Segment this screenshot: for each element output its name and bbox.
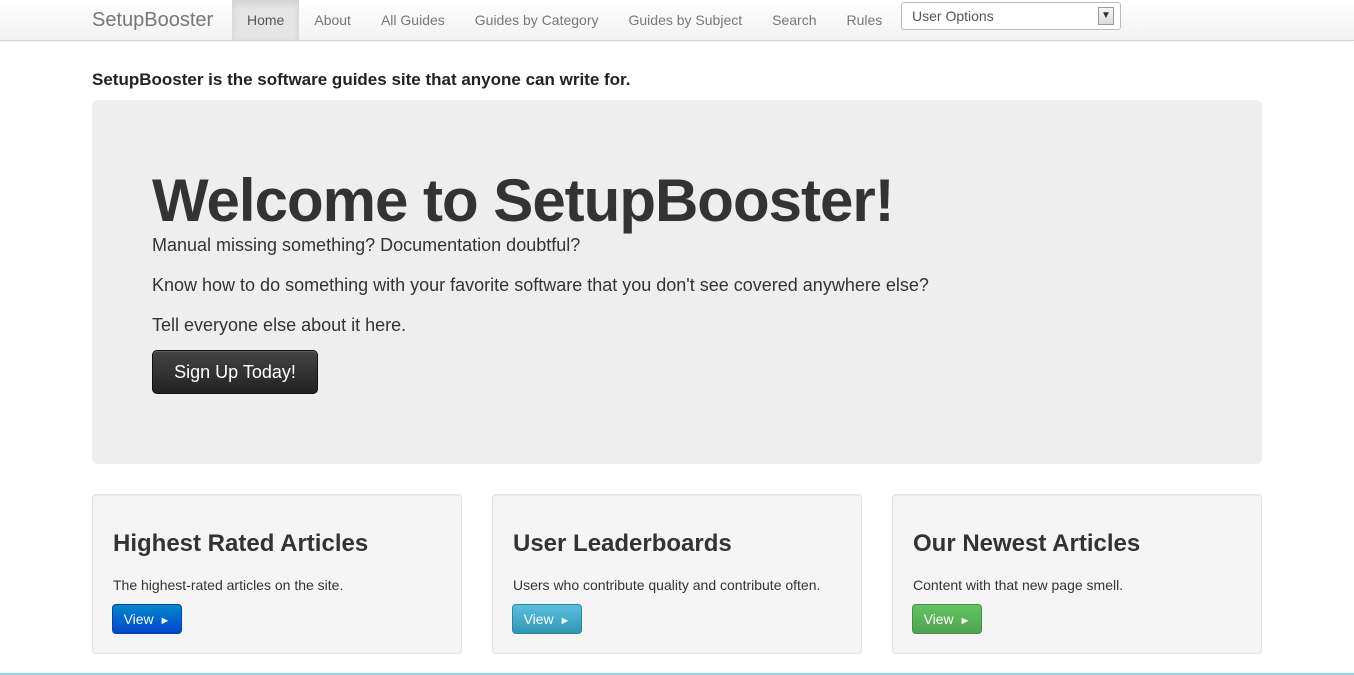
hero-text-line: Tell everyone else about it here. (152, 315, 407, 335)
play-arrow-icon: ► (559, 615, 571, 627)
card-newest-articles: Our Newest Articles Content with that ne… (892, 494, 1262, 654)
sign-up-button[interactable]: Sign Up Today! (152, 350, 318, 394)
nav-item-all-guides[interactable]: All Guides (366, 0, 460, 40)
view-button-label: View (523, 611, 554, 627)
card-title: Highest Rated Articles (113, 530, 369, 557)
card-description: Content with that new page smell. (913, 577, 1124, 593)
card-description: Users who contribute quality and contrib… (513, 577, 821, 593)
card-title: User Leaderboards (513, 530, 732, 557)
nav-item-home[interactable]: Home (232, 0, 300, 40)
view-newest-articles-button[interactable]: View ► (912, 604, 982, 634)
view-leaderboards-button[interactable]: View ► (512, 604, 582, 634)
view-button-label: View (123, 611, 154, 627)
hero-title: Welcome to SetupBooster! (152, 167, 895, 234)
nav-item-rules[interactable]: Rules (831, 0, 897, 40)
card-title: Our Newest Articles (913, 530, 1141, 557)
nav-item-guides-by-category[interactable]: Guides by Category (460, 0, 614, 40)
user-options-select[interactable]: User Options ▼ (901, 2, 1121, 30)
main-nav: Home About All Guides Guides by Category… (232, 0, 897, 40)
brand-logo-link[interactable]: SetupBooster (92, 9, 213, 31)
view-highest-rated-button[interactable]: View ► (112, 604, 182, 634)
hero-text-line: Know how to do something with your favor… (152, 275, 929, 295)
hero-text-line: Manual missing something? Documentation … (152, 235, 581, 255)
card-highest-rated: Highest Rated Articles The highest-rated… (92, 494, 462, 654)
site-tagline: SetupBooster is the software guides site… (92, 70, 631, 89)
top-navbar: SetupBooster Home About All Guides Guide… (0, 0, 1354, 41)
nav-item-guides-by-subject[interactable]: Guides by Subject (614, 0, 758, 40)
chevron-down-icon[interactable]: ▼ (1098, 7, 1114, 25)
nav-item-about[interactable]: About (299, 0, 366, 40)
card-user-leaderboards: User Leaderboards Users who contribute q… (492, 494, 862, 654)
hero-unit: Welcome to SetupBooster! Manual missing … (92, 100, 1262, 464)
card-description: The highest-rated articles on the site. (113, 577, 344, 593)
play-arrow-icon: ► (159, 615, 171, 627)
view-button-label: View (923, 611, 954, 627)
nav-item-search[interactable]: Search (757, 0, 831, 40)
user-options-selected-value: User Options (912, 8, 994, 24)
play-arrow-icon: ► (959, 615, 971, 627)
